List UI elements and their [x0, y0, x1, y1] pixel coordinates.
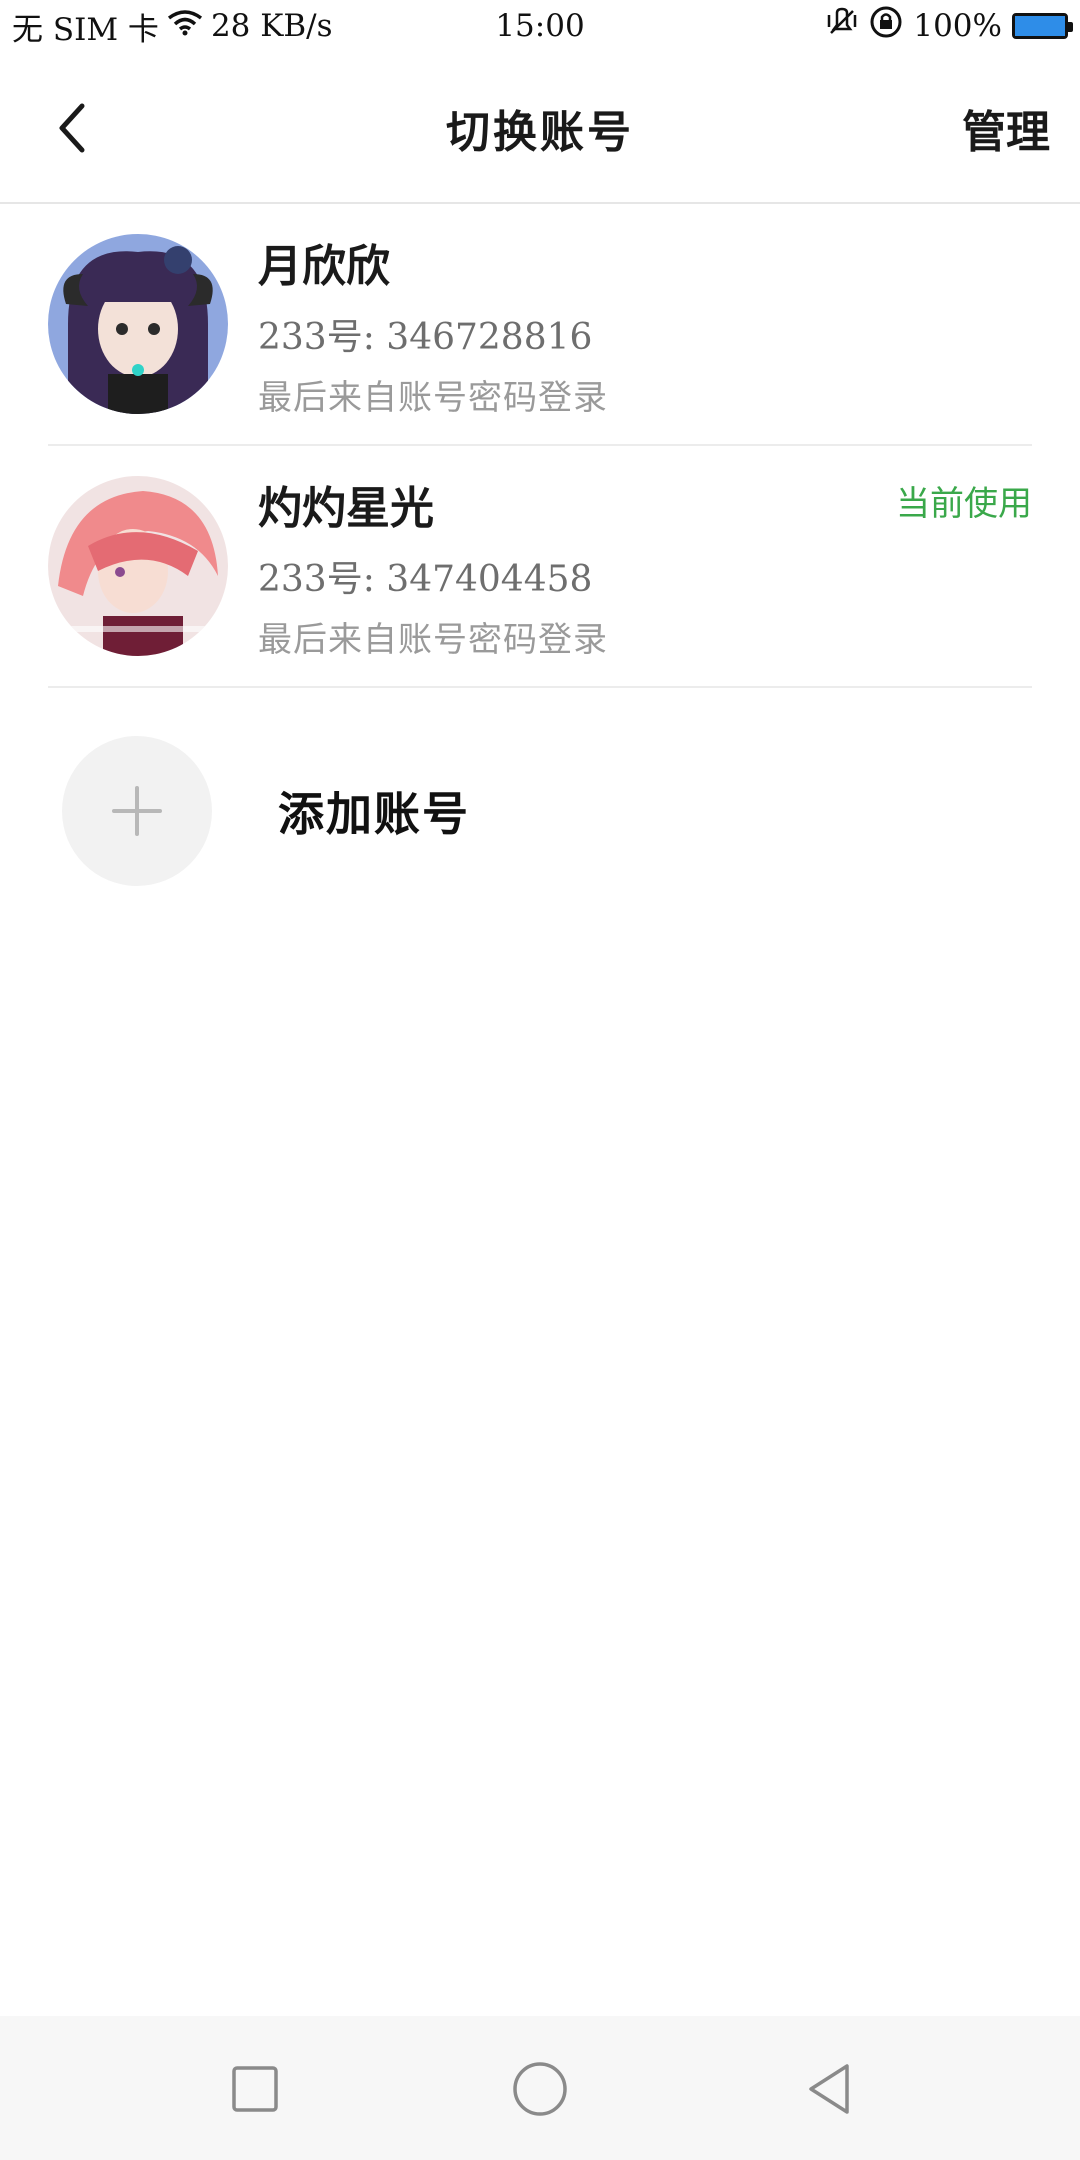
- account-id: 233号: 346728816: [258, 317, 593, 358]
- battery-percent: 100%: [913, 8, 1002, 44]
- add-account-label: 添加账号: [278, 787, 470, 841]
- recents-square-icon: [232, 2066, 278, 2112]
- account-row[interactable]: 月欣欣 233号: 346728816 最后来自账号密码登录: [48, 204, 1032, 446]
- vibrate-icon: [825, 7, 859, 45]
- account-row[interactable]: 灼灼星光 233号: 347404458 最后来自账号密码登录 当前使用: [48, 446, 1032, 688]
- account-name: 月欣欣: [258, 241, 390, 292]
- page-title: 切换账号: [446, 107, 634, 158]
- avatar-icon: [48, 234, 228, 414]
- battery-fill: [1015, 16, 1065, 36]
- wifi-icon: [167, 8, 203, 44]
- account-name: 灼灼星光: [258, 483, 434, 534]
- app-bar: 切换账号 管理: [0, 52, 1080, 204]
- home-button[interactable]: [505, 2054, 575, 2124]
- current-account-badge: 当前使用: [896, 484, 1032, 524]
- account-login-source: 最后来自账号密码登录: [258, 620, 608, 660]
- avatar: [48, 476, 228, 656]
- status-bar: 无 SIM 卡 28 KB/s 15:00 100%: [0, 0, 1080, 52]
- sim-status: 无 SIM 卡: [12, 11, 159, 48]
- recents-button[interactable]: [220, 2054, 290, 2124]
- manage-button[interactable]: 管理: [962, 96, 1050, 160]
- account-id: 233号: 347404458: [258, 559, 593, 600]
- status-left: 无 SIM 卡 28 KB/s: [0, 4, 333, 49]
- system-nav-bar: [0, 2016, 1080, 2160]
- add-account-circle: [62, 736, 212, 886]
- rotation-lock-icon: [869, 5, 903, 47]
- status-right: 100%: [825, 5, 1080, 47]
- home-circle-icon: [513, 2062, 567, 2116]
- add-account-button[interactable]: 添加账号: [48, 732, 1032, 892]
- plus-icon: [112, 786, 162, 836]
- avatar: [48, 234, 228, 414]
- battery-icon: [1012, 13, 1073, 39]
- network-speed: 28 KB/s: [210, 8, 333, 44]
- back-triangle-icon: [809, 2064, 849, 2114]
- avatar-icon: [48, 476, 228, 656]
- back-nav-button[interactable]: [795, 2054, 865, 2124]
- account-login-source: 最后来自账号密码登录: [258, 378, 608, 418]
